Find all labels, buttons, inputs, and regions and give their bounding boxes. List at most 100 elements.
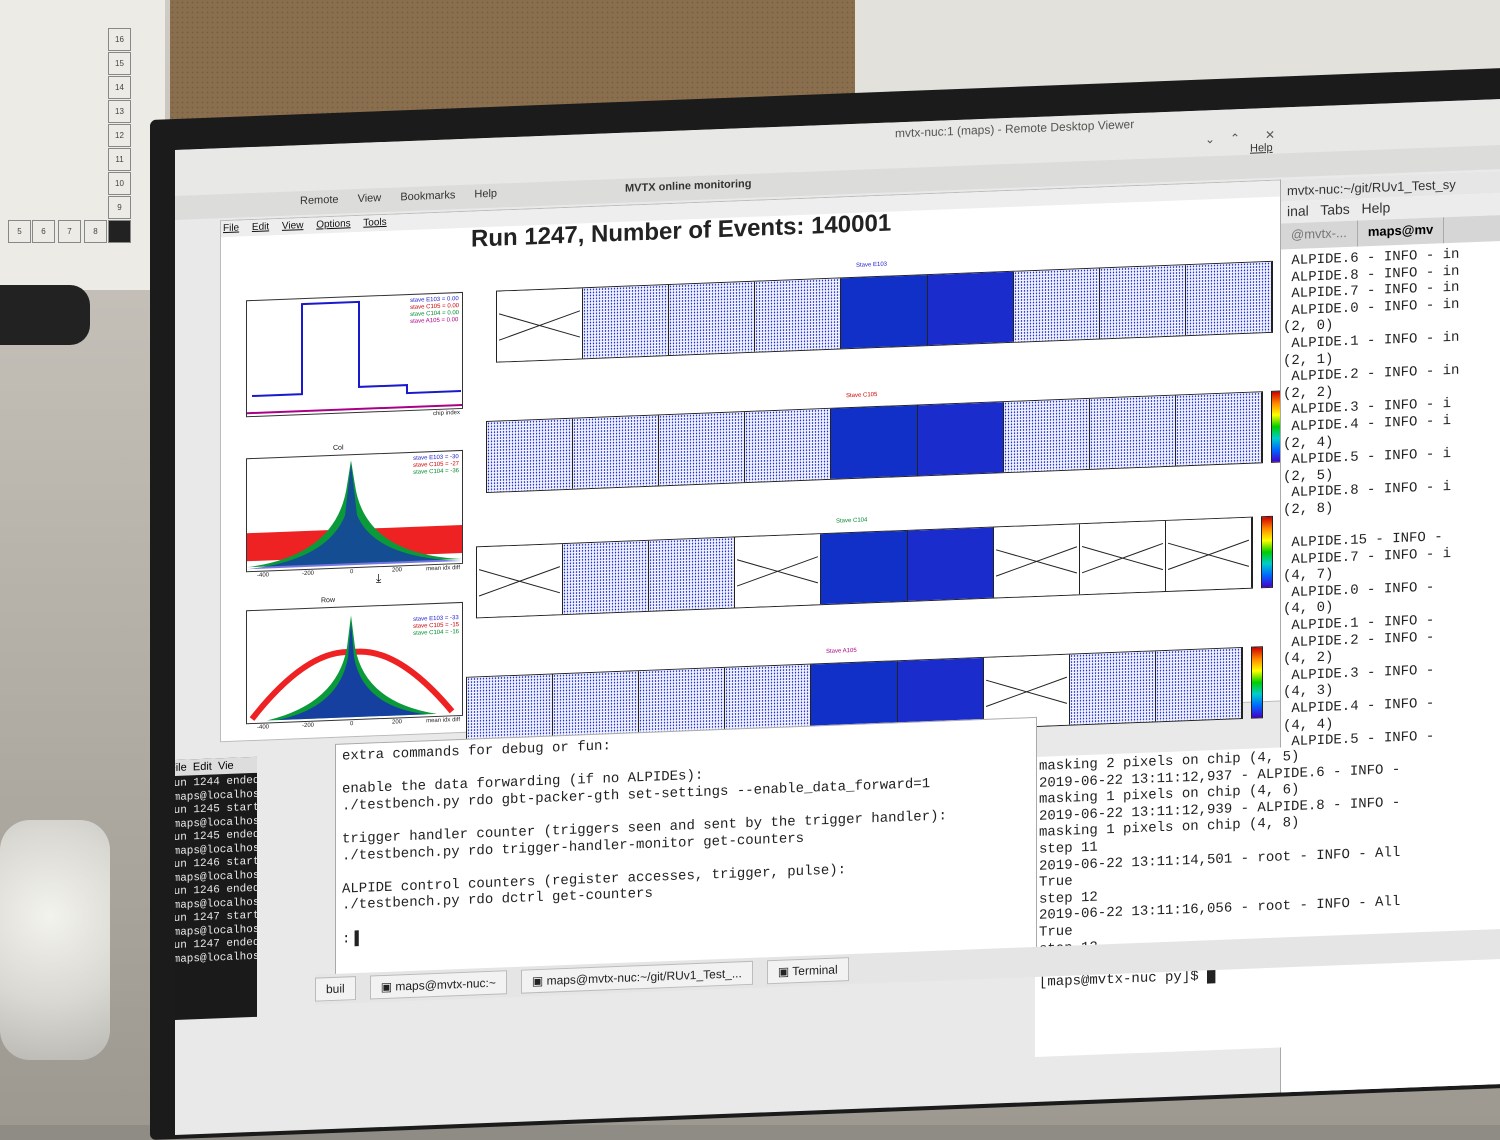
chip-cell [1155,648,1242,722]
right-menu-terminal[interactable]: inal [1287,202,1309,219]
hist2-xtick-3: 200 [392,567,403,574]
chip-cell [563,540,650,615]
right-menu-help[interactable]: Help [1361,199,1390,216]
menu-remote[interactable]: Remote [300,194,339,207]
menu-edit[interactable]: Edit [252,221,269,233]
left-terminal-window: File Edit Vie Run 1244 ended [maps@localh… [175,756,259,1021]
hist3-xtick-0: -400 [257,724,270,731]
stave-hitmap [486,391,1263,494]
terminal-tab-1[interactable]: @mvtx-... [1281,220,1358,250]
stave-label: Stave C105 [846,392,878,400]
monitor-screen: mvtx-nuc:1 (maps) - Remote Desktop Viewe… [175,98,1500,1136]
taskbar-item-terminal-label: Terminal [792,962,838,979]
hist2-title: Col [333,444,344,452]
menu-view[interactable]: View [358,192,382,205]
row-diff-histogram: stave E103 = -33 stave C105 = -15 stave C1… [246,601,463,731]
rdv-menu-items: Remote View Bookmarks Help [300,187,513,208]
chip-cell [1099,265,1186,339]
terminal-icon: ▣ [531,973,547,989]
hist3-legend: stave E103 = -33 stave C105 = -15 stave C1… [413,615,459,638]
chip-cell [735,534,822,608]
monitoring-window: File Edit View Options Tools Run 1247, N… [220,179,1293,749]
chip-cell [573,415,660,489]
chip-cell [821,530,908,605]
taskbar-item-terminal-home[interactable]: ▣ maps@mvtx-nuc:~ [369,970,507,1000]
hist2-xtick-1: -200 [302,570,315,578]
hist2-xlabel: mean idx diff [426,565,460,573]
menu-view-mon[interactable]: View [282,220,304,232]
chip-occupancy-histogram: stave E103 = 0.00 stave C105 = 0.00 stave … [246,291,463,418]
download-icon[interactable]: ⤓ [376,571,381,586]
chip-cell [745,408,832,483]
calendar-cell: 8 [84,220,107,243]
monitor-window-title: MVTX online monitoring [625,177,752,195]
hist3-xtick-1: -200 [302,722,315,730]
left-terminal-output: Run 1244 ended [maps@localhos Run 1245 sta… [175,773,259,970]
right-terminal-output: ALPIDE.6 - INFO - in ALPIDE.8 - INFO - i… [1281,240,1500,756]
hist2-legend: stave E103 = -30 stave C105 = -27 stave C1… [413,454,459,477]
menu-help[interactable]: Help [474,188,497,201]
taskbar-item-build[interactable]: buil [315,976,356,1002]
calendar-cell: 12 [108,124,131,147]
chip-cell [927,271,1014,346]
calendar-cell: 10 [108,172,131,195]
bottom-terminal-window: extra commands for debug or fun:​enable … [335,716,1037,981]
calendar-marked-cell [108,220,131,243]
hist3-title: Row [321,596,336,605]
chip-cell [831,405,918,479]
calendar-cell: 13 [108,100,131,123]
calendar-cell: 6 [32,220,55,243]
terminal-icon: ▣ [777,964,793,979]
stave-hitmap [476,516,1253,619]
calendar-cell: 16 [108,28,131,51]
stave-label: Stave E103 [856,261,888,269]
menu-bookmarks[interactable]: Bookmarks [400,189,455,203]
close-icon[interactable]: ✕ [1265,128,1275,142]
bottom-terminal-output: extra commands for debug or fun:​enable … [336,718,1036,952]
menu-file[interactable]: File [223,223,239,235]
rdv-help-link[interactable]: Help [1250,142,1273,155]
hist2-xtick-0: -400 [257,572,270,579]
terminal-icon: ▣ [380,979,396,995]
binder-clip [0,285,90,345]
chip-cell [1013,268,1100,342]
minimize-icon[interactable]: ⌄ [1205,132,1215,146]
calendar-cell: 5 [8,220,31,243]
chip-cell [1175,392,1262,466]
taskbar-item-terminal[interactable]: ▣ Terminal [766,957,849,985]
chip-cell [487,418,574,493]
chip-cell [841,275,928,349]
calendar-cell: 14 [108,76,131,99]
color-palette-bar [1261,515,1273,589]
taskbar-item-terminal-git-label: maps@mvtx-nuc:~/git/RUv1_Test_... [546,966,742,988]
monitoring-menu-items: File Edit View Options Tools [223,216,397,234]
chip-cell [1003,398,1090,473]
menu-tools[interactable]: Tools [363,217,386,229]
calendar-cell: 7 [58,220,81,243]
right-menu-tabs[interactable]: Tabs [1320,201,1350,218]
taskbar-item-terminal-git[interactable]: ▣ maps@mvtx-nuc:~/git/RUv1_Test_... [520,960,753,994]
desk-fan [0,820,110,1060]
chip-cell [1079,520,1166,595]
hist1-xlabel: chip index [432,410,460,418]
calendar-cell: 15 [108,52,131,75]
left-menu-view[interactable]: Vie [218,760,234,773]
rdv-window-title: mvtx-nuc:1 (maps) - Remote Desktop Viewe… [895,117,1135,141]
chip-cell [497,288,584,362]
color-palette-bar [1251,646,1263,719]
chip-cell [907,527,994,601]
mid-terminal-window: masking 2 pixels on chip (4, 5) 2019-06-2… [1035,738,1500,1057]
left-menu-file[interactable]: File [175,762,187,775]
wall-calendar: 16 15 14 13 12 11 10 9 5 6 7 8 [0,0,165,290]
chip-cell [669,281,756,356]
left-menu-edit[interactable]: Edit [193,761,212,774]
menu-options[interactable]: Options [316,218,350,230]
hist3-xtick-3: 200 [392,719,403,726]
terminal-tab-2[interactable]: maps@mv [1357,217,1445,247]
hist3-xlabel: mean idx diff [426,717,460,725]
chip-cell [993,524,1080,598]
hist2-xtick-2: 0 [350,569,354,576]
maximize-icon[interactable]: ⌃ [1230,131,1240,145]
chip-cell [917,402,1004,476]
chip-cell [1089,395,1176,469]
